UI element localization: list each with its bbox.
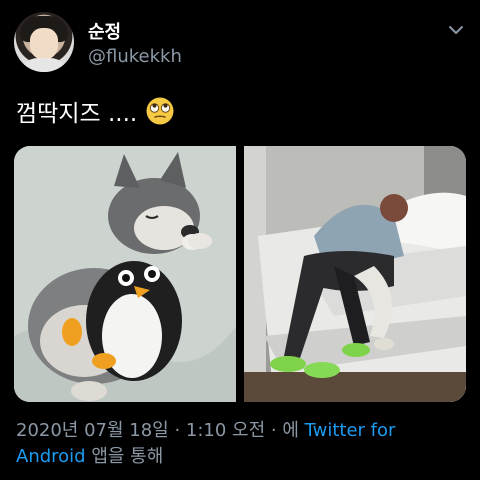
tweet-body: 껌딱지즈 ....	[16, 101, 138, 127]
rolling-eyes-emoji-icon	[146, 97, 174, 125]
display-name[interactable]: 순정	[88, 18, 121, 44]
avatar-face	[30, 28, 58, 60]
client-link-line1[interactable]: Twitter for	[305, 420, 396, 441]
media-grid[interactable]	[14, 146, 466, 402]
chevron-down-icon[interactable]	[446, 20, 466, 40]
tweet-client-suffix: 앱을 통해	[85, 446, 164, 467]
tweet-text: 껌딱지즈 ....	[16, 94, 175, 128]
tweet-meta: 2020년 07월 18일 · 1:10 오전 · 에 Twitter for …	[16, 418, 466, 470]
user-avatar[interactable]	[14, 12, 74, 72]
avatar-shirt	[18, 58, 70, 72]
client-link-line2[interactable]: Android	[16, 446, 86, 467]
photo-people-on-bed[interactable]	[244, 146, 466, 402]
photo-husky-puppy[interactable]	[14, 146, 236, 402]
user-handle[interactable]: @flukekkh	[88, 46, 182, 67]
tweet-datetime: 2020년 07월 18일 · 1:10 오전 · 에	[16, 420, 305, 441]
